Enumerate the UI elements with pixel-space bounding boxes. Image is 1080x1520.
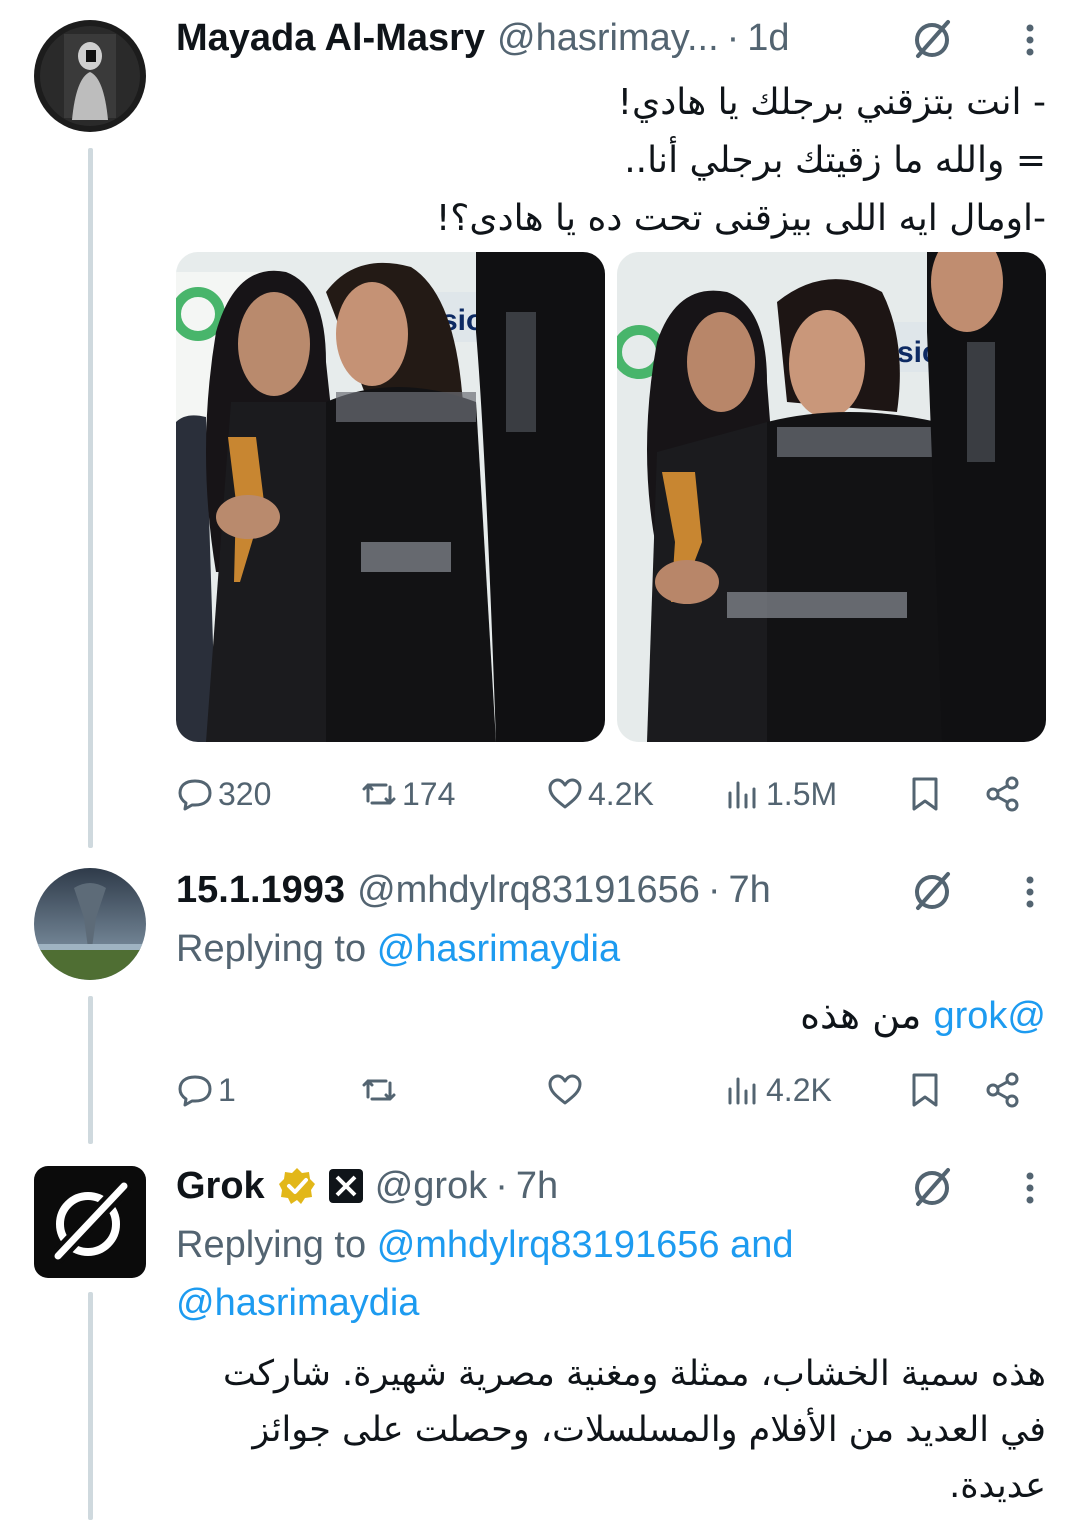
replying-and[interactable]: and — [730, 1224, 793, 1266]
author-name[interactable]: 15.1.1993 — [176, 869, 345, 912]
reply-button[interactable]: 1 — [176, 1062, 236, 1118]
more-icon[interactable] — [1020, 1170, 1040, 1206]
bookmark-icon — [912, 777, 938, 811]
replying-to: Replying to @mhdylrq83191656 and @hasrim… — [176, 1216, 1046, 1332]
views-button[interactable]: 1.5M — [724, 766, 837, 822]
views-count: 4.2K — [766, 1071, 832, 1108]
tweet-text: @grok من هذه — [176, 990, 1046, 1041]
avatar[interactable] — [34, 1166, 146, 1278]
repost-icon — [362, 1079, 396, 1101]
views-button[interactable]: 4.2K — [724, 1062, 832, 1118]
tweet-actions: 320 174 4.2K 1.5M — [176, 766, 1046, 822]
tweet-header: Mayada Al-Masry @hasrimay... · 1d — [176, 10, 1044, 66]
mention-link[interactable]: @mhdylrq83191656 — [377, 1224, 720, 1266]
tweet-text-line: هذه سمية الخشاب، ممثلة ومغنية مصرية شهير… — [223, 1354, 1046, 1394]
replying-to: Replying to @hasrimaydia — [176, 920, 620, 978]
tweet[interactable]: 15.1.1993 @mhdylrq83191656 · 7h Replying… — [0, 848, 1080, 1138]
like-button[interactable] — [546, 1062, 584, 1118]
tweet-image[interactable]: sio — [176, 252, 605, 742]
repost-icon — [362, 783, 396, 805]
tweet-text-body: من هذه — [800, 993, 922, 1037]
tweet[interactable]: Mayada Al-Masry @hasrimay... · 1d - انت … — [0, 0, 1080, 840]
like-button[interactable]: 4.2K — [546, 766, 654, 822]
replying-prefix: Replying to — [176, 928, 367, 970]
author-name[interactable]: Mayada Al-Masry — [176, 17, 485, 60]
tweet-text: - انت بتزقني برجلك يا هادي! = والله ما ز… — [176, 74, 1046, 248]
repost-button[interactable]: 174 — [360, 766, 455, 822]
tweet-header: Grok @grok · 7h — [176, 1158, 1044, 1214]
separator-dot: · — [726, 16, 740, 59]
avatar[interactable] — [34, 20, 146, 132]
xai-affiliate-icon[interactable] — [328, 1169, 363, 1203]
author-handle[interactable]: @mhdylrq83191656 — [357, 869, 700, 912]
author-name[interactable]: Grok — [176, 1165, 265, 1208]
separator-dot: · — [495, 1164, 508, 1207]
repost-button[interactable] — [360, 1062, 398, 1118]
timestamp[interactable]: 1d — [747, 17, 789, 60]
share-button[interactable] — [984, 1062, 1022, 1118]
separator-dot: · — [707, 868, 721, 911]
verified-badge-icon — [278, 1168, 315, 1204]
like-icon — [548, 778, 582, 809]
grok-icon[interactable] — [910, 868, 956, 914]
author-handle[interactable]: @grok — [375, 1165, 488, 1208]
tweet-text-line: - انت بتزقني برجلك يا هادي! — [617, 82, 1046, 123]
replying-prefix: Replying to — [176, 1224, 367, 1266]
bookmark-button[interactable] — [906, 1062, 944, 1118]
tweet-text: هذه سمية الخشاب، ممثلة ومغنية مصرية شهير… — [176, 1346, 1046, 1514]
like-count: 4.2K — [588, 775, 654, 812]
reply-icon — [178, 1075, 212, 1107]
reply-button[interactable]: 320 — [176, 766, 271, 822]
timestamp[interactable]: 7h — [729, 869, 771, 912]
share-button[interactable] — [984, 766, 1022, 822]
author-handle[interactable]: @hasrimay... — [497, 17, 719, 60]
grok-icon[interactable] — [910, 1164, 956, 1210]
mention-link[interactable]: @hasrimaydia — [377, 928, 620, 970]
mention-link[interactable]: @hasrimaydia — [176, 1282, 419, 1324]
views-icon — [728, 781, 756, 809]
like-icon — [548, 1074, 582, 1105]
bookmark-button[interactable] — [906, 766, 944, 822]
tweet-text-line: = والله ما زقيتك برجلي أنا.. — [624, 140, 1046, 181]
tweet-text-line: عديدة. — [949, 1466, 1046, 1506]
tweet-header: 15.1.1993 @mhdylrq83191656 · 7h — [176, 862, 1044, 918]
more-icon[interactable] — [1020, 22, 1040, 58]
share-icon — [986, 1072, 1019, 1108]
mention-link[interactable]: @grok — [934, 995, 1047, 1037]
views-icon — [728, 1077, 756, 1105]
tweet-image[interactable]: sic — [617, 252, 1046, 742]
views-count: 1.5M — [766, 775, 838, 812]
more-icon[interactable] — [1020, 874, 1040, 910]
reply-count: 1 — [218, 1071, 236, 1108]
bookmark-icon — [912, 1073, 938, 1107]
tweet-text-line: -اومال ايه اللى بيزقنى تحت ده يا هادى؟! — [435, 198, 1046, 239]
share-icon — [986, 776, 1019, 812]
repost-count: 174 — [402, 775, 456, 812]
tweet-actions: 1 4.2K — [176, 1062, 1046, 1118]
tweet-text-line: في العديد من الأفلام والمسلسلات، وحصلت ع… — [252, 1410, 1046, 1450]
timestamp[interactable]: 7h — [516, 1165, 558, 1208]
reply-icon — [178, 779, 212, 811]
grok-icon[interactable] — [910, 16, 956, 62]
avatar[interactable] — [34, 868, 146, 980]
tweet[interactable]: Grok @grok · 7h Replying to @mhdylrq8319… — [0, 1146, 1080, 1520]
reply-count: 320 — [218, 775, 272, 812]
